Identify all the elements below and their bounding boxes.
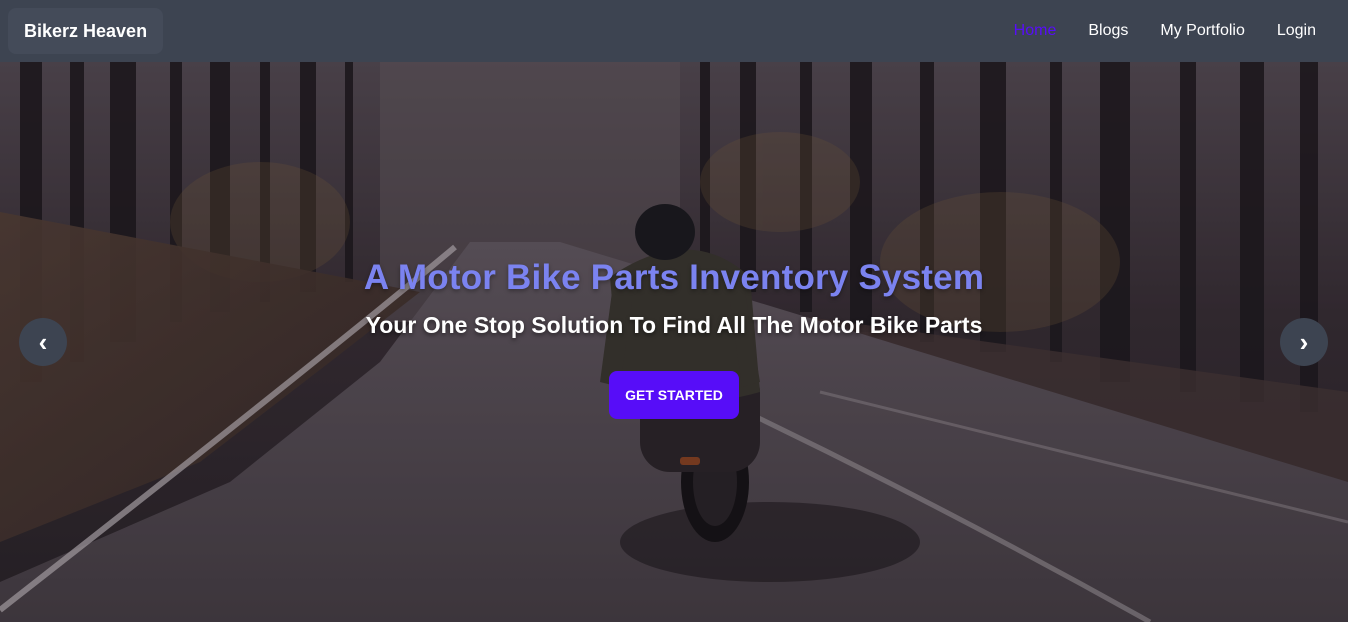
nav-login[interactable]: Login xyxy=(1261,14,1332,48)
chevron-left-icon: ‹ xyxy=(38,326,48,357)
navbar: Bikerz Heaven Home Blogs My Portfolio Lo… xyxy=(0,0,1348,62)
carousel-prev-button[interactable]: ‹ xyxy=(19,318,67,366)
carousel-next-button[interactable]: › xyxy=(1280,318,1328,366)
brand-logo[interactable]: Bikerz Heaven xyxy=(8,8,164,54)
chevron-right-icon: › xyxy=(1299,326,1309,357)
nav-links: Home Blogs My Portfolio Login xyxy=(998,14,1340,48)
hero-content: A Motor Bike Parts Inventory System Your… xyxy=(0,258,1348,419)
hero-subtitle: Your One Stop Solution To Find All The M… xyxy=(365,312,983,338)
hero-carousel: ‹ › A Motor Bike Parts Inventory System … xyxy=(0,62,1348,622)
nav-blogs[interactable]: Blogs xyxy=(1072,14,1144,48)
nav-my-portfolio[interactable]: My Portfolio xyxy=(1144,14,1260,48)
nav-home[interactable]: Home xyxy=(998,14,1073,48)
get-started-button[interactable]: GET STARTED xyxy=(609,371,739,419)
hero-title: A Motor Bike Parts Inventory System xyxy=(363,258,985,297)
